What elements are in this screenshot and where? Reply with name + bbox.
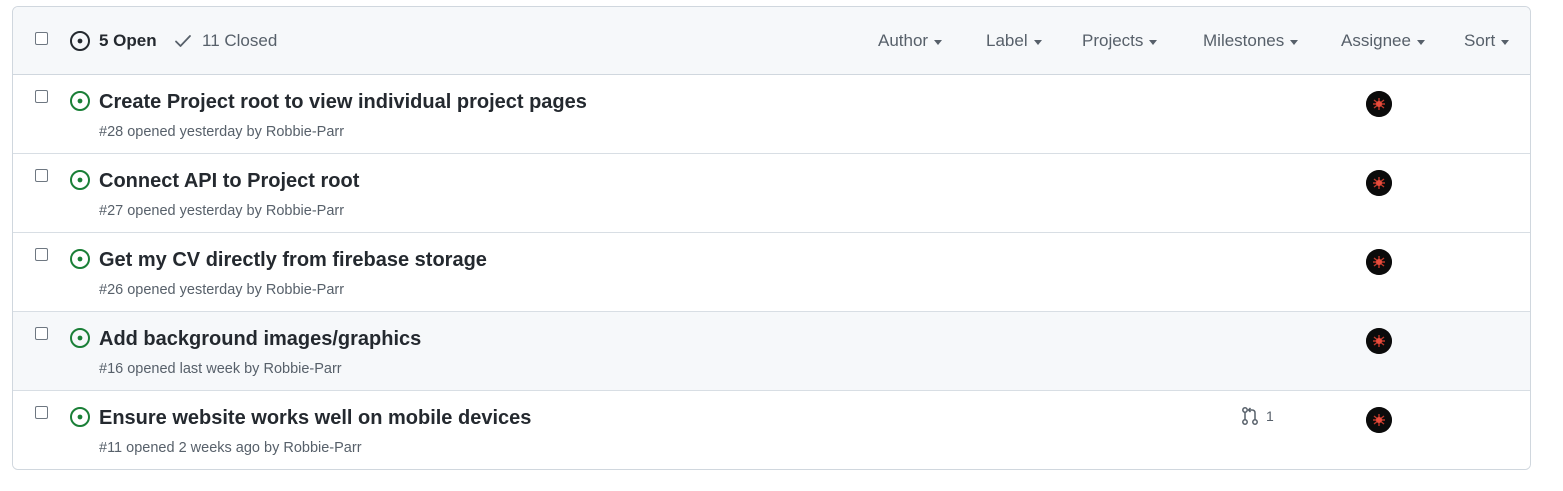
issue-opened-text: opened last week by <box>127 361 260 377</box>
issue-number: #26 <box>99 282 124 298</box>
issue-number: #27 <box>99 203 124 219</box>
issue-meta: #27 opened yesterday by Robbie-Parr <box>99 203 344 219</box>
issue-opened-icon <box>70 407 90 427</box>
issue-opened-text: opened yesterday by <box>127 124 262 140</box>
avatar-image <box>1366 249 1392 275</box>
issues-list: 5 Open 11 Closed Author Label Projects M… <box>12 6 1531 470</box>
issue-number: #11 <box>99 440 123 456</box>
issue-checkbox[interactable] <box>35 327 48 340</box>
avatar-image <box>1366 328 1392 354</box>
issue-number: #28 <box>99 124 124 140</box>
assignee-avatar[interactable] <box>1366 407 1392 433</box>
issue-row[interactable]: Get my CV directly from firebase storage… <box>13 233 1530 312</box>
issue-meta: #16 opened last week by Robbie-Parr <box>99 361 342 377</box>
caret-down-icon <box>1501 39 1510 45</box>
issue-author-link[interactable]: Robbie-Parr <box>266 203 344 219</box>
issue-title-link[interactable]: Add background images/graphics <box>99 328 421 351</box>
issue-checkbox[interactable] <box>35 248 48 261</box>
issue-meta: #28 opened yesterday by Robbie-Parr <box>99 124 344 140</box>
filter-author[interactable]: Author <box>878 29 943 53</box>
issue-row[interactable]: Add background images/graphics #16 opene… <box>13 312 1530 391</box>
issue-meta: #26 opened yesterday by Robbie-Parr <box>99 282 344 298</box>
filter-label: Label <box>986 31 1028 50</box>
caret-down-icon <box>1416 39 1425 45</box>
filter-label: Author <box>878 31 929 50</box>
assignee-avatar[interactable] <box>1366 328 1392 354</box>
issue-title-link[interactable]: Connect API to Project root <box>99 170 359 193</box>
issue-author-link[interactable]: Robbie-Parr <box>283 440 361 456</box>
issue-checkbox[interactable] <box>35 90 48 103</box>
issue-title-link[interactable]: Get my CV directly from firebase storage <box>99 249 487 272</box>
caret-down-icon <box>1149 39 1158 45</box>
filter-assignee[interactable]: Assignee <box>1341 29 1425 53</box>
issue-checkbox[interactable] <box>35 169 48 182</box>
linked-pull-request-link[interactable]: 1 <box>1240 406 1274 426</box>
issue-row[interactable]: Connect API to Project root #27 opened y… <box>13 154 1530 233</box>
assignee-avatar[interactable] <box>1366 170 1392 196</box>
issues-list-header: 5 Open 11 Closed Author Label Projects M… <box>13 7 1530 75</box>
avatar-image <box>1366 407 1392 433</box>
issue-opened-text: opened yesterday by <box>127 203 262 219</box>
issue-author-link[interactable]: Robbie-Parr <box>266 282 344 298</box>
issue-opened-text: opened 2 weeks ago by <box>126 440 280 456</box>
issue-opened-icon <box>70 249 90 269</box>
filter-milestones[interactable]: Milestones <box>1203 29 1299 53</box>
filter-projects[interactable]: Projects <box>1082 29 1158 53</box>
git-pull-request-icon <box>1242 407 1258 425</box>
filter-label: Assignee <box>1341 31 1411 50</box>
caret-down-icon <box>934 39 943 45</box>
issue-author-link[interactable]: Robbie-Parr <box>263 361 341 377</box>
filter-label: Milestones <box>1203 31 1285 50</box>
issue-author-link[interactable]: Robbie-Parr <box>266 124 344 140</box>
issue-checkbox[interactable] <box>35 406 48 419</box>
filter-label-dropdown[interactable]: Label <box>986 29 1042 53</box>
filter-label: Projects <box>1082 31 1144 50</box>
issue-opened-icon <box>70 328 90 348</box>
caret-down-icon <box>1290 39 1299 45</box>
caret-down-icon <box>1033 39 1042 45</box>
filter-bar: Author Label Projects Milestones Assigne… <box>13 29 1530 53</box>
issue-opened-icon <box>70 170 90 190</box>
avatar-image <box>1366 170 1392 196</box>
filter-label: Sort <box>1464 31 1496 50</box>
avatar-image <box>1366 91 1392 117</box>
issue-opened-icon <box>70 91 90 111</box>
issue-row[interactable]: Ensure website works well on mobile devi… <box>13 391 1530 469</box>
linked-pr-count: 1 <box>1266 408 1274 424</box>
issue-opened-text: opened yesterday by <box>127 282 262 298</box>
issue-title-link[interactable]: Ensure website works well on mobile devi… <box>99 407 531 430</box>
assignee-avatar[interactable] <box>1366 91 1392 117</box>
issue-row[interactable]: Create Project root to view individual p… <box>13 75 1530 154</box>
filter-sort[interactable]: Sort <box>1464 29 1510 53</box>
issue-meta: #11 opened 2 weeks ago by Robbie-Parr <box>99 440 362 456</box>
issue-title-link[interactable]: Create Project root to view individual p… <box>99 91 587 114</box>
issue-number: #16 <box>99 361 124 377</box>
assignee-avatar[interactable] <box>1366 249 1392 275</box>
